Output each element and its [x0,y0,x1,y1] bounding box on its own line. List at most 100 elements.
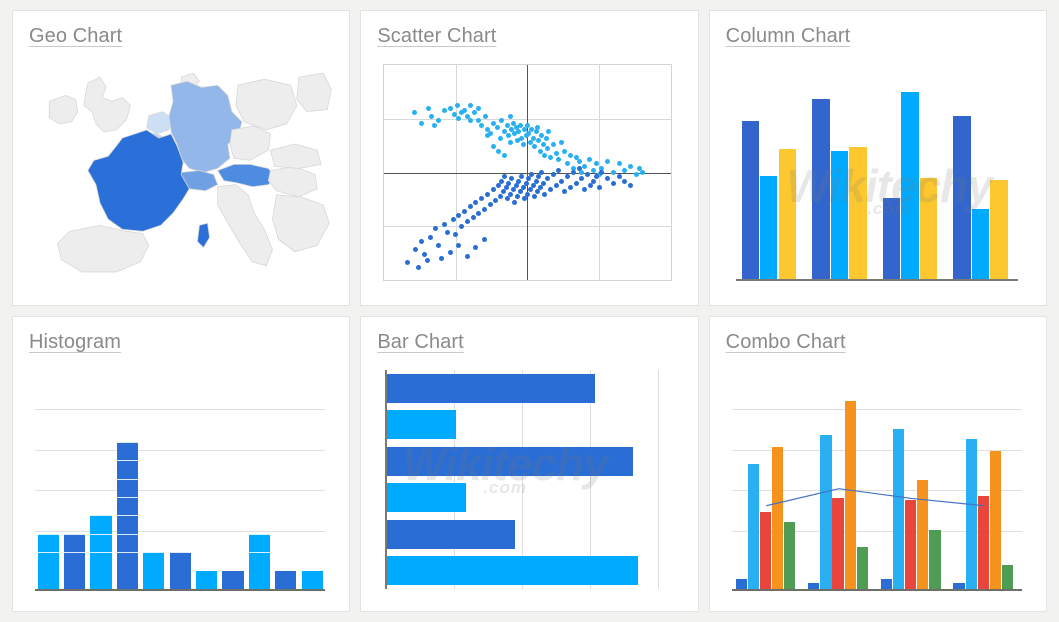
scatter-point [513,182,519,188]
column-bar[interactable] [919,177,938,279]
scatter-point [470,215,476,221]
scatter-point [507,191,513,197]
scatter-point [522,195,528,201]
scatter-point [447,249,453,255]
scatter-point [467,103,473,109]
column-bar[interactable] [741,120,759,279]
scatter-point [507,139,513,145]
card-geo-chart: Geo Chart [12,10,351,306]
scatter-point [421,251,427,257]
scatter-point [587,182,593,188]
scatter-point [537,185,543,191]
scatter-point [464,219,470,225]
column-bar[interactable] [849,147,867,279]
histogram-bar[interactable] [169,552,191,589]
scatter-point [433,225,439,231]
bar-chart-title[interactable]: Bar Chart [377,331,464,354]
bar-plot-box[interactable]: Wikitechy .com [385,370,671,589]
scatter-point [441,107,447,113]
scatter-point [503,185,509,191]
scatter-point [441,221,447,227]
geo-map[interactable] [29,50,334,295]
geo-chart-title[interactable]: Geo Chart [29,25,122,48]
scatter-chart-title[interactable]: Scatter Chart [377,25,496,48]
column-bar[interactable] [953,116,971,279]
scatter-point [546,129,552,135]
combo-chart-title[interactable]: Combo Chart [726,331,846,354]
scatter-point [506,180,512,186]
histogram-bar[interactable] [116,441,138,589]
scatter-point [520,142,526,148]
scatter-point [535,189,540,195]
column-bar[interactable] [990,180,1008,279]
scatter-point [579,176,585,182]
histogram-bar[interactable] [196,570,218,589]
scatter-point [424,258,430,264]
scatter-point [622,178,628,184]
card-histogram: Histogram [12,316,351,612]
column-bar[interactable] [778,149,796,279]
bar-gridline [658,370,660,589]
scatter-point [553,182,559,188]
scatter-point [476,210,482,216]
bar-plot-area: Wikitechy .com [377,356,681,601]
scatter-point [473,200,479,206]
histogram-title[interactable]: Histogram [29,331,121,354]
histogram-gridline [35,409,326,411]
histogram-bar[interactable] [143,552,165,589]
histogram-bar[interactable] [90,515,112,589]
card-scatter-chart: Scatter Chart [360,10,699,306]
scatter-point [419,238,425,244]
column-bar[interactable] [812,98,830,279]
bar-chart-bar[interactable] [387,446,633,476]
column-bar[interactable] [882,197,901,279]
histogram-plot-box[interactable] [35,360,326,601]
scatter-point [628,182,634,188]
scatter-point [582,187,588,193]
column-bar[interactable] [760,175,778,279]
scatter-point [570,170,576,175]
scatter-point [523,180,529,186]
bar-chart-plot: Wikitechy .com [377,356,681,601]
bar-chart-bar[interactable] [387,410,456,440]
scatter-point [436,243,442,249]
bar-chart-bar[interactable] [387,519,516,549]
scatter-point [467,118,473,124]
column-bar[interactable] [971,208,990,279]
scatter-point [447,105,453,111]
combo-plot-box[interactable] [731,360,1022,601]
histogram-plot-area [29,356,333,601]
scatter-point [550,142,556,148]
column-bar[interactable] [830,151,849,279]
scatter-point [545,146,551,152]
scatter-point [506,133,512,139]
histogram-bar[interactable] [64,533,86,589]
scatter-point [559,139,565,145]
histogram-bar[interactable] [275,570,297,589]
scatter-point [605,176,611,182]
histogram-bar[interactable] [248,533,270,589]
scatter-point [533,178,539,184]
column-plot-box[interactable]: Wikitechy .com [735,56,1018,295]
histogram-bar[interactable] [37,533,59,589]
scatter-point [533,129,539,135]
scatter-point [456,213,462,218]
scatter-point [542,191,548,197]
scatter-point [427,234,433,240]
scatter-point [482,236,488,242]
column-plot-area: Wikitechy .com [726,50,1030,295]
scatter-point [579,170,585,175]
histogram-bar[interactable] [301,570,323,589]
scatter-plot-box[interactable] [383,64,672,281]
scatter-point [479,122,485,128]
scatter-point [556,157,562,163]
histogram-bar[interactable] [222,570,244,589]
scatter-point [543,135,549,141]
bar-chart-bar[interactable] [387,483,467,513]
column-bar[interactable] [901,92,919,279]
column-chart-title[interactable]: Column Chart [726,25,851,48]
bar-chart-bar[interactable] [387,373,595,403]
bar-chart-bar[interactable] [387,556,639,586]
scatter-point [610,170,616,175]
scatter-point [499,178,505,184]
